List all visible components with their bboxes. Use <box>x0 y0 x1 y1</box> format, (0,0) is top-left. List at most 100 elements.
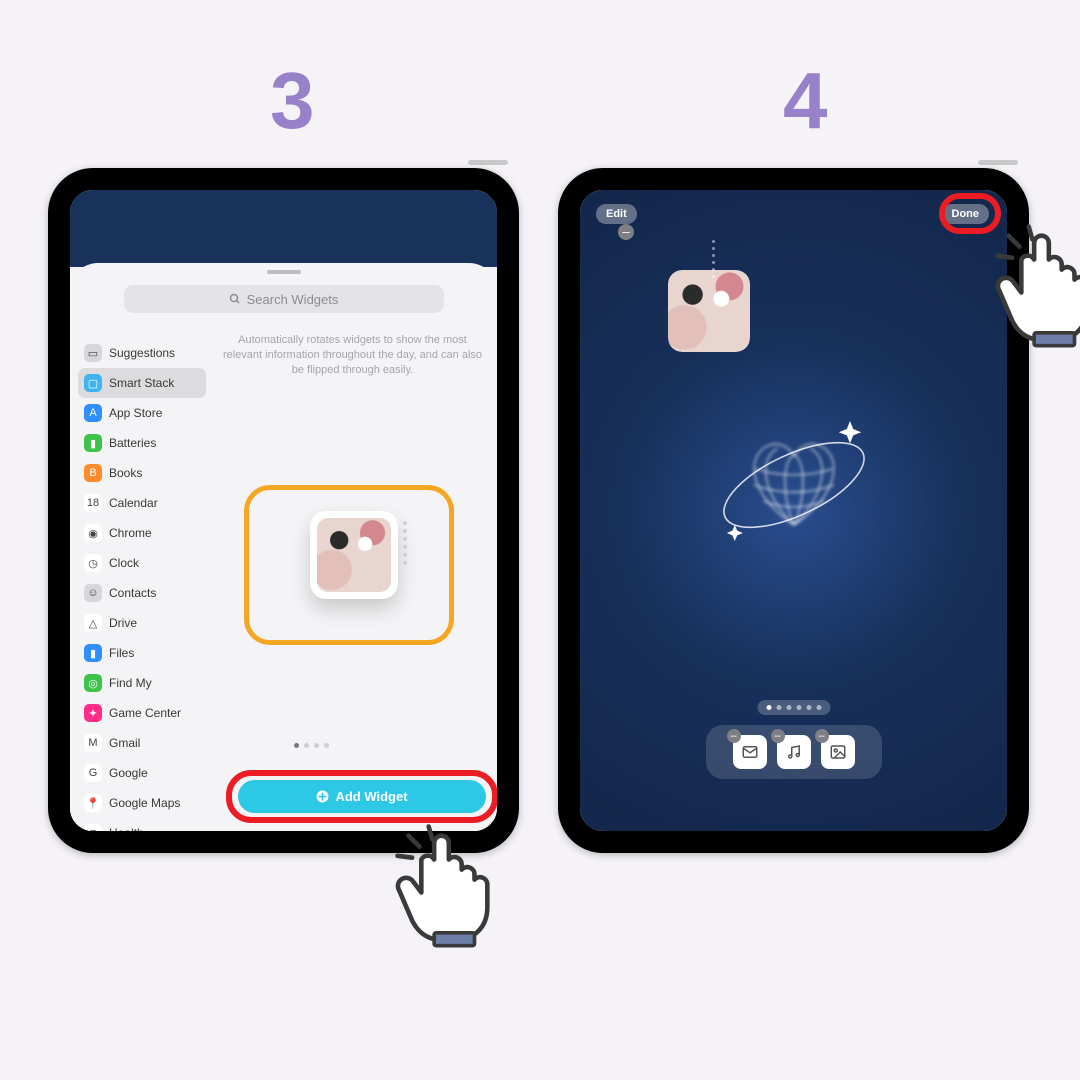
sidebar-item-label: Smart Stack <box>109 376 174 390</box>
search-placeholder: Search Widgets <box>247 292 339 307</box>
sidebar-item-label: Contacts <box>109 586 156 600</box>
remove-app-badge[interactable]: – <box>727 729 741 743</box>
sidebar-item-gmail[interactable]: M Gmail <box>78 728 206 758</box>
contacts-icon: ☺ <box>84 584 102 602</box>
sidebar-item-smart-stack[interactable]: ▢ Smart Stack <box>78 368 206 398</box>
files-icon: ▮ <box>84 644 102 662</box>
page-dot <box>806 705 811 710</box>
cat-photo-icon <box>317 518 391 592</box>
home-screen-jiggle-mode: Edit Done – <box>580 190 1007 831</box>
music-icon <box>785 743 803 761</box>
step-number-4: 4 <box>783 55 828 147</box>
page-dot <box>294 743 299 748</box>
widget-description: Automatically rotates widgets to show th… <box>222 333 483 378</box>
sidebar-item-label: Books <box>109 466 142 480</box>
sidebar-item-google[interactable]: G Google <box>78 758 206 788</box>
remove-app-badge[interactable]: – <box>815 729 829 743</box>
remove-widget-badge[interactable]: – <box>618 224 634 240</box>
cat-photo-icon <box>668 270 750 352</box>
sidebar-item-files[interactable]: ▮ Files <box>78 638 206 668</box>
page-dot <box>766 705 771 710</box>
sidebar-item-label: Google <box>109 766 148 780</box>
search-widgets-field[interactable]: Search Widgets <box>124 285 444 313</box>
ipad-step-4: Edit Done – <box>558 168 1029 853</box>
chrome-icon: ◉ <box>84 524 102 542</box>
sidebar-item-label: Calendar <box>109 496 158 510</box>
highlight-add-widget <box>226 770 498 823</box>
sidebar-item-label: Chrome <box>109 526 152 540</box>
sidebar-item-label: Gmail <box>109 736 140 750</box>
smart-stack-dots <box>712 240 715 278</box>
placed-widget[interactable] <box>668 270 750 352</box>
batteries-icon: ▮ <box>84 434 102 452</box>
ipad-power-button <box>468 160 508 165</box>
sidebar-item-drive[interactable]: △ Drive <box>78 608 206 638</box>
sidebar-item-books[interactable]: B Books <box>78 458 206 488</box>
sidebar-item-label: Game Center <box>109 706 181 720</box>
sidebar-item-label: Google Maps <box>109 796 180 810</box>
sidebar-item-label: Drive <box>109 616 137 630</box>
dock-app-mail[interactable]: – <box>733 735 767 769</box>
highlight-done-button <box>939 193 1001 234</box>
ipad-camera-notch <box>771 172 817 180</box>
dock-app-photos[interactable]: – <box>821 735 855 769</box>
page-dot <box>816 705 821 710</box>
step-number-3: 3 <box>270 55 315 147</box>
sidebar-item-contacts[interactable]: ☺ Contacts <box>78 578 206 608</box>
sidebar-item-health[interactable]: ♥ Health <box>78 818 206 848</box>
remove-app-badge[interactable]: – <box>771 729 785 743</box>
edit-button[interactable]: Edit <box>596 204 637 224</box>
sidebar-item-calendar[interactable]: 18 Calendar <box>78 488 206 518</box>
sidebar-item-label: Find My <box>109 676 152 690</box>
app-store-icon: A <box>84 404 102 422</box>
widget-page-indicator[interactable] <box>294 743 329 748</box>
calendar-icon: 18 <box>84 494 102 512</box>
sheet-grabber[interactable] <box>267 270 301 274</box>
wireframe-heart-icon <box>714 405 874 565</box>
sidebar-item-label: Files <box>109 646 134 660</box>
sidebar-item-game-center[interactable]: ✦ Game Center <box>78 698 206 728</box>
sidebar-item-suggestions[interactable]: ▭ Suggestions <box>78 338 206 368</box>
sidebar-item-app-store[interactable]: A App Store <box>78 398 206 428</box>
dock: – – – <box>706 725 882 779</box>
page-dot <box>776 705 781 710</box>
health-icon: ♥ <box>84 824 102 842</box>
drive-icon: △ <box>84 614 102 632</box>
sidebar-item-label: Health <box>109 826 144 840</box>
widget-preview-card[interactable] <box>310 511 398 599</box>
gmail-icon: M <box>84 734 102 752</box>
ipad-camera-notch <box>261 172 307 180</box>
home-page-indicator[interactable] <box>757 700 830 715</box>
game-center-icon: ✦ <box>84 704 102 722</box>
google-icon: G <box>84 764 102 782</box>
widget-category-sidebar: ▭ Suggestions ▢ Smart Stack A App Store ▮ Batte… <box>78 338 206 848</box>
suggestions-icon: ▭ <box>84 344 102 362</box>
sidebar-item-chrome[interactable]: ◉ Chrome <box>78 518 206 548</box>
ipad-power-button <box>978 160 1018 165</box>
page-dot <box>786 705 791 710</box>
ipad-step-3: Search Widgets ▭ Suggestions ▢ Smart Stack A… <box>48 168 519 853</box>
google-maps-icon: 📍 <box>84 794 102 812</box>
sidebar-item-label: Suggestions <box>109 346 175 360</box>
page-dot <box>796 705 801 710</box>
widget-picker-screen: Search Widgets ▭ Suggestions ▢ Smart Stack A… <box>70 190 497 831</box>
mail-icon <box>741 743 759 761</box>
books-icon: B <box>84 464 102 482</box>
sidebar-item-label: App Store <box>109 406 162 420</box>
find-my-icon: ◎ <box>84 674 102 692</box>
sidebar-item-label: Batteries <box>109 436 156 450</box>
sidebar-item-label: Clock <box>109 556 139 570</box>
smart-stack-icon: ▢ <box>84 374 102 392</box>
sidebar-item-clock[interactable]: ◷Clock <box>78 548 206 578</box>
page-dot <box>304 743 309 748</box>
sidebar-item-find-my[interactable]: ◎ Find My <box>78 668 206 698</box>
sidebar-item-batteries[interactable]: ▮ Batteries <box>78 428 206 458</box>
photos-icon <box>829 743 847 761</box>
sidebar-item-google-maps[interactable]: 📍 Google Maps <box>78 788 206 818</box>
page-dot <box>324 743 329 748</box>
edit-label: Edit <box>606 208 627 220</box>
page-dot <box>314 743 319 748</box>
dock-app-music[interactable]: – <box>777 735 811 769</box>
smart-stack-dots <box>403 521 407 565</box>
search-icon <box>229 293 241 305</box>
